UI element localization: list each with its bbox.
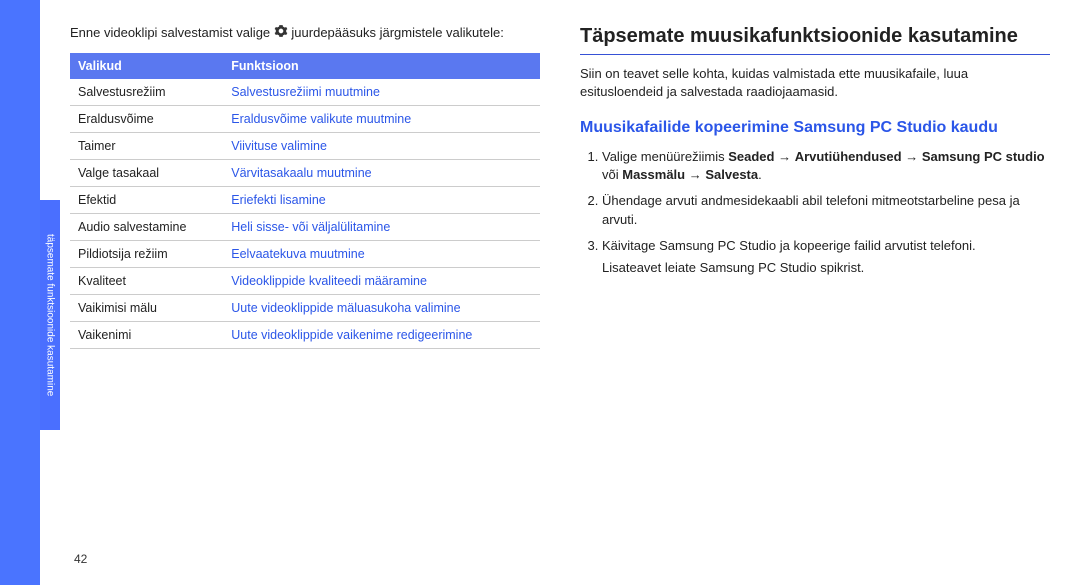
section-description: Siin on teavet selle kohta, kuidas valmi…	[580, 65, 1050, 100]
bold-text: Salvesta	[705, 167, 758, 182]
table-row: EfektidEriefekti lisamine	[70, 186, 540, 213]
step-item: Ühendage arvuti andmesidekaabli abil tel…	[602, 192, 1050, 228]
options-tbody: SalvestusrežiimSalvestusrežiimi muutmine…	[70, 79, 540, 349]
th-valikud: Valikud	[70, 53, 223, 79]
function-cell: Eriefekti lisamine	[223, 186, 540, 213]
function-cell: Videoklippide kvaliteedi määramine	[223, 267, 540, 294]
option-cell: Kvaliteet	[70, 267, 223, 294]
function-cell: Uute videoklippide mäluasukoha valimine	[223, 294, 540, 321]
page-content: Enne videoklipi salvestamist valige juur…	[70, 0, 1070, 580]
option-cell: Pildiotsija režiim	[70, 240, 223, 267]
table-row: Valge tasakaalVärvitasakaalu muutmine	[70, 159, 540, 186]
bold-text: Arvutiühendused	[795, 149, 902, 164]
table-row: Pildiotsija režiimEelvaatekuva muutmine	[70, 240, 540, 267]
option-cell: Taimer	[70, 132, 223, 159]
option-cell: Salvestusrežiim	[70, 79, 223, 106]
bold-text: Samsung PC studio	[922, 149, 1045, 164]
bold-text: Massmälu	[622, 167, 685, 182]
intro-pre: Enne videoklipi salvestamist valige	[70, 25, 274, 40]
option-cell: Eraldusvõime	[70, 105, 223, 132]
gear-icon	[274, 24, 288, 43]
step-item: Valige menüürežiimis Seaded → Arvutiühen…	[602, 148, 1050, 184]
function-cell: Eraldusvõime valikute muutmine	[223, 105, 540, 132]
function-cell: Eelvaatekuva muutmine	[223, 240, 540, 267]
right-column: Täpsemate muusikafunktsioonide kasutamin…	[580, 24, 1050, 556]
table-row: VaikenimiUute videoklippide vaikenime re…	[70, 321, 540, 348]
table-row: Audio salvestamineHeli sisse- või väljal…	[70, 213, 540, 240]
sub-heading: Muusikafailide kopeerimine Samsung PC St…	[580, 118, 1050, 138]
bold-text: Seaded	[728, 149, 774, 164]
function-cell: Uute videoklippide vaikenime redigeerimi…	[223, 321, 540, 348]
function-cell: Värvitasakaalu muutmine	[223, 159, 540, 186]
option-cell: Vaikenimi	[70, 321, 223, 348]
options-table: Valikud Funktsioon SalvestusrežiimSalves…	[70, 53, 540, 349]
left-column: Enne videoklipi salvestamist valige juur…	[70, 24, 540, 556]
step-subtext: Lisateavet leiate Samsung PC Studio spik…	[602, 259, 1050, 277]
option-cell: Valge tasakaal	[70, 159, 223, 186]
option-cell: Efektid	[70, 186, 223, 213]
function-cell: Heli sisse- või väljalülitamine	[223, 213, 540, 240]
table-row: SalvestusrežiimSalvestusrežiimi muutmine	[70, 79, 540, 106]
table-row: EraldusvõimeEraldusvõime valikute muutmi…	[70, 105, 540, 132]
intro-post: juurdepääsuks järgmistele valikutele:	[291, 25, 503, 40]
th-funktsioon: Funktsioon	[223, 53, 540, 79]
table-row: KvaliteetVideoklippide kvaliteedi määram…	[70, 267, 540, 294]
left-blue-strip	[0, 0, 40, 585]
function-cell: Salvestusrežiimi muutmine	[223, 79, 540, 106]
side-tab-label: täpsemate funktsioonide kasutamine	[40, 200, 60, 430]
option-cell: Vaikimisi mälu	[70, 294, 223, 321]
section-title: Täpsemate muusikafunktsioonide kasutamin…	[580, 24, 1050, 48]
function-cell: Viivituse valimine	[223, 132, 540, 159]
intro-text: Enne videoklipi salvestamist valige juur…	[70, 24, 540, 43]
step-item: Käivitage Samsung PC Studio ja kopeerige…	[602, 237, 1050, 277]
steps-list: Valige menüürežiimis Seaded → Arvutiühen…	[580, 148, 1050, 277]
table-row: Vaikimisi mäluUute videoklippide mäluasu…	[70, 294, 540, 321]
page-number: 42	[74, 552, 87, 566]
title-rule	[580, 54, 1050, 55]
table-row: TaimerViivituse valimine	[70, 132, 540, 159]
option-cell: Audio salvestamine	[70, 213, 223, 240]
